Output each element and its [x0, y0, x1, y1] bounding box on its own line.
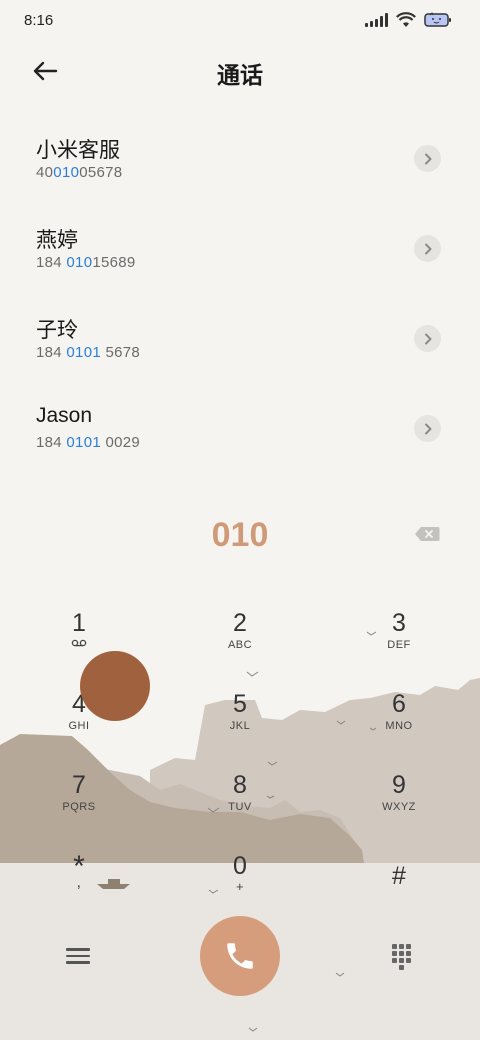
key-5[interactable]: 5 JKL: [185, 685, 295, 755]
contact-name: 燕婷: [36, 229, 78, 252]
key-6[interactable]: 6 MNO: [344, 685, 454, 755]
key-letters: PQRS: [62, 801, 96, 813]
contact-item[interactable]: 子玲 184 0101 5678: [0, 292, 480, 382]
key-letters: +: [235, 879, 245, 894]
status-bar: 8:16: [0, 0, 480, 40]
key-letters: JKL: [229, 720, 251, 732]
status-icons: [365, 12, 452, 28]
chevron-right-icon: [424, 423, 431, 434]
chevron-right-icon: [424, 153, 431, 164]
menu-line: [66, 954, 90, 958]
chevron-right-icon: [424, 333, 431, 344]
touch-indicator: [80, 651, 150, 721]
key-8[interactable]: 8 TUV: [185, 766, 295, 836]
contact-detail-button[interactable]: [414, 415, 441, 442]
key-digit: #: [392, 862, 406, 890]
key-letters: TUV: [228, 801, 252, 813]
contact-item[interactable]: 小米客服 4001005678: [0, 112, 480, 202]
contact-name: 子玲: [36, 319, 78, 342]
contact-number: 184 0101 5678: [36, 344, 141, 361]
key-0[interactable]: 0 +: [185, 847, 295, 917]
delete-button[interactable]: [414, 526, 440, 548]
key-star[interactable]: * ,: [24, 850, 134, 920]
contact-number: 184 0101 0029: [36, 434, 141, 451]
dial-display: 010: [211, 516, 269, 554]
phone-icon: [227, 943, 253, 969]
key-digit: 2: [233, 609, 247, 637]
key-letters: WXYZ: [382, 801, 416, 813]
key-letters: ,: [76, 874, 82, 891]
voicemail-icon: [71, 639, 87, 647]
contact-name: 小米客服: [36, 139, 120, 162]
menu-line: [66, 948, 90, 951]
contact-item[interactable]: 燕婷 184 01015689: [0, 202, 480, 292]
page-title: 通话: [217, 62, 263, 88]
key-digit: 8: [233, 771, 247, 799]
key-3[interactable]: 3 DEF: [344, 604, 454, 674]
contact-list: 小米客服 4001005678 燕婷 184 01015689 子玲 184 0…: [0, 112, 480, 472]
key-digit: 5: [233, 690, 247, 718]
key-letters: GHI: [68, 720, 90, 732]
call-button[interactable]: [200, 916, 280, 996]
key-2[interactable]: 2 ABC: [185, 604, 295, 674]
key-digit: 3: [392, 609, 406, 637]
header: 通话: [0, 48, 480, 92]
key-digit: 7: [72, 771, 86, 799]
key-letters: MNO: [385, 720, 413, 732]
key-hash[interactable]: #: [344, 857, 454, 927]
dialpad-toggle-button[interactable]: [392, 944, 412, 970]
key-9[interactable]: 9 WXYZ: [344, 766, 454, 836]
status-time: 8:16: [24, 12, 54, 29]
contact-detail-button[interactable]: [414, 325, 441, 352]
chevron-right-icon: [424, 243, 431, 254]
battery-icon: [424, 12, 451, 27]
key-digit: 0: [233, 852, 247, 880]
menu-button[interactable]: [66, 944, 90, 968]
key-letters: DEF: [387, 639, 411, 651]
key-digit: 6: [392, 690, 406, 718]
key-7[interactable]: 7 PQRS: [24, 766, 134, 836]
signal-icon: [365, 13, 388, 27]
key-digit: 1: [72, 609, 86, 637]
wifi-icon: [396, 12, 416, 27]
contact-number: 4001005678: [36, 164, 123, 181]
contact-number: 184 01015689: [36, 254, 136, 271]
contact-detail-button[interactable]: [414, 145, 441, 172]
menu-line: [66, 961, 90, 964]
contact-name: Jason: [36, 404, 93, 427]
backspace-icon: [415, 527, 440, 541]
contact-item[interactable]: Jason 184 0101 0029: [0, 382, 480, 472]
key-digit: 9: [392, 771, 406, 799]
key-letters: ABC: [227, 639, 253, 651]
contact-detail-button[interactable]: [414, 235, 441, 262]
